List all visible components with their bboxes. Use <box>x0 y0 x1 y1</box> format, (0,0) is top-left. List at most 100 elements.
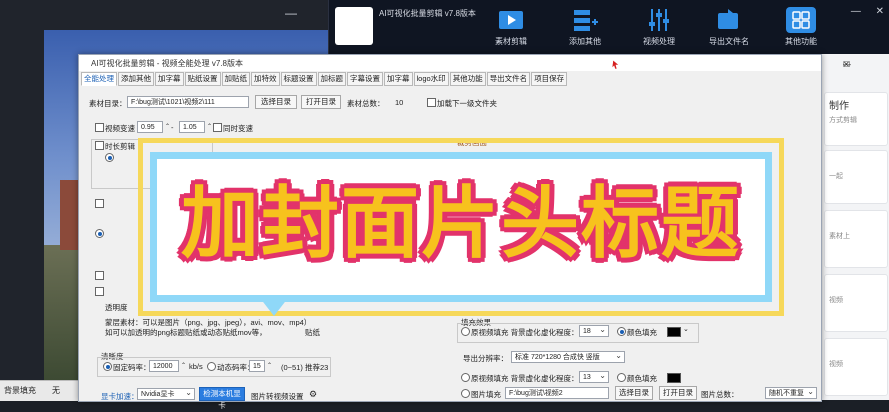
feature-card[interactable]: 视频 <box>824 274 888 332</box>
tab-title-settings[interactable]: 标题设置 <box>280 72 317 86</box>
load-subfolder-checkbox[interactable] <box>427 98 436 107</box>
gpu-label: 显卡加速： <box>101 392 139 401</box>
right-feature-panel: 制作 方式剪辑 一起 素材上 视频 视频 <box>820 54 889 400</box>
blur-select[interactable]: 18 <box>579 324 609 337</box>
open-dir-button[interactable]: 打开目录 <box>301 95 341 109</box>
toolbar-export-filename-button[interactable]: 导出文件名 <box>699 4 759 52</box>
tab-all-process[interactable]: 全能处理 <box>81 72 117 86</box>
dynamic-rate-radio[interactable] <box>207 362 216 371</box>
kbs-label: kb/s <box>189 362 203 371</box>
toolbar-video-process-button[interactable]: 视频处理 <box>629 4 689 52</box>
tab-project-save[interactable]: 项目保存 <box>531 72 568 86</box>
export-icon <box>714 7 744 33</box>
speed-min-input[interactable]: 0.95 <box>137 121 163 133</box>
color-fill-label-2: 颜色填充 <box>627 374 657 383</box>
feature-card[interactable]: 一起 <box>824 150 888 204</box>
fill-orig-radio-2[interactable] <box>461 373 470 382</box>
dialog-tabs: 全能处理 添加其他 加字幕 贴纸设置 加贴纸 加特效 标题设置 加标题 字幕设置 加字幕 logo水… <box>81 72 568 86</box>
window-controls: — ✕ <box>839 6 884 17</box>
feature-card-sub: 方式剪辑 <box>829 117 857 124</box>
open-dir-button-2[interactable]: 打开目录 <box>659 386 697 400</box>
gear-icon[interactable]: ⚙ <box>309 389 317 400</box>
material-count-label: 素材总数： <box>347 99 385 108</box>
image-path-input[interactable]: F:\bug测试\视频2 <box>505 387 609 399</box>
color-fill-swatch[interactable] <box>667 327 681 337</box>
top-toolbar: AI可视化批量剪辑 v7.8版本 素材剪辑 添加其他 视频处理 导出文件名 其他… <box>328 0 889 54</box>
close-icon[interactable]: ✕ <box>876 6 884 17</box>
option-checkbox-2[interactable] <box>95 271 104 280</box>
speed-max-input[interactable]: 1.05 <box>179 121 205 133</box>
background-fill-value[interactable]: 无 <box>52 385 60 396</box>
tab-other-features[interactable]: 其他功能 <box>449 72 486 86</box>
dynamic-rate-stepper-icon[interactable]: ⌃ <box>267 362 272 369</box>
duration-radio[interactable] <box>105 153 114 162</box>
speed-dash: - <box>171 123 174 132</box>
fill-orig-label: 原视频填充 背景虚化 <box>471 328 541 337</box>
grid-icon <box>786 7 816 33</box>
option-radio-1[interactable] <box>95 229 104 238</box>
choose-dir-button[interactable]: 选择目录 <box>255 95 297 109</box>
tab-subtitle-settings[interactable]: 字幕设置 <box>347 72 383 86</box>
option-checkbox-1[interactable] <box>95 199 104 208</box>
fixed-rate-radio[interactable] <box>103 362 112 371</box>
feature-card[interactable]: 素材上 <box>824 210 888 268</box>
sticker-suffix-label: 贴纸 <box>305 328 320 337</box>
toolbar-label: 添加其他 <box>569 37 601 46</box>
tab-sticker-settings[interactable]: 贴纸设置 <box>184 72 221 86</box>
feature-card[interactable]: 视频 <box>824 338 888 396</box>
tab-add-caption[interactable]: 加字幕 <box>155 72 184 86</box>
option-checkbox-3[interactable] <box>95 287 104 296</box>
feature-card[interactable]: 制作 方式剪辑 <box>824 92 888 146</box>
color-fill-swatch-2[interactable] <box>667 373 681 383</box>
fixed-rate-stepper-icon[interactable]: ⌃ <box>181 362 186 369</box>
blur-select-2[interactable]: 13 <box>579 370 609 383</box>
banner-title-text: 加封面片头标题 <box>180 179 741 269</box>
toolbar-other-features-button[interactable]: 其他功能 <box>771 4 831 52</box>
overlay-hint-line2: 如可以加透明的png标题贴纸或动态贴纸mov等， <box>105 328 267 337</box>
duration-label: 时长剪辑 <box>105 142 135 151</box>
export-res-select[interactable]: 标准 720*1280 合成快 竖版 <box>511 350 625 363</box>
opacity-title: 透明度 <box>105 303 128 312</box>
choose-dir-button-2[interactable]: 选择目录 <box>615 386 653 400</box>
image-total-label: 图片总数： <box>701 390 739 399</box>
random-select[interactable]: 随机不重复 <box>765 386 817 399</box>
dynamic-rate-input[interactable]: 15 <box>249 360 265 372</box>
toolbar-add-other-button[interactable]: 添加其他 <box>555 4 615 52</box>
speed-checkbox[interactable] <box>95 123 104 132</box>
sliders-icon <box>644 7 674 33</box>
color-fill-radio-2[interactable] <box>617 373 626 382</box>
toolbar-material-edit-button[interactable]: 素材剪辑 <box>481 4 541 52</box>
material-dir-input[interactable]: F:\bug测试\1021\视频2\111 <box>127 96 249 108</box>
load-subfolder-label: 加载下一级文件夹 <box>437 99 497 108</box>
cover-title-banner: 加封面片头标题 <box>138 138 784 316</box>
video-close-icon[interactable]: — <box>284 6 298 20</box>
color-fill-radio[interactable] <box>617 327 626 336</box>
tab-add-sticker[interactable]: 加贴纸 <box>221 72 250 86</box>
img-to-video-label[interactable]: 图片转视频设置 <box>251 391 304 402</box>
detect-gpu-button[interactable]: 检测本机显卡 <box>199 387 245 410</box>
tab-add-subtitle[interactable]: 加字幕 <box>384 72 413 86</box>
gpu-select[interactable]: Nvidia显卡 <box>137 387 195 400</box>
speed-label: 视频变速 <box>105 124 135 133</box>
tab-add-effect[interactable]: 加特效 <box>251 72 280 86</box>
fixed-rate-label: 固定码率： <box>113 363 151 372</box>
tab-export-filename[interactable]: 导出文件名 <box>486 72 531 86</box>
color-fill-dropdown-icon[interactable]: ⌄ <box>683 325 689 333</box>
minimize-icon[interactable]: — <box>851 6 861 17</box>
tab-logo-watermark[interactable]: logo水印 <box>413 72 449 86</box>
toolbar-label: 视频处理 <box>643 37 675 46</box>
app-logo <box>335 7 373 45</box>
blur-label: 虚化程度： <box>541 328 579 337</box>
image-fill-radio[interactable] <box>461 389 470 398</box>
duration-checkbox[interactable] <box>95 141 104 150</box>
dialog-close-icon[interactable]: ✕ <box>843 60 850 69</box>
speed-max-stepper-icon[interactable]: ⌃ <box>207 123 212 130</box>
fixed-rate-input[interactable]: 12000 <box>149 360 179 372</box>
tab-add-other[interactable]: 添加其他 <box>118 72 154 86</box>
speed-min-stepper-icon[interactable]: ⌃ <box>165 123 170 130</box>
fill-orig-radio[interactable] <box>461 327 470 336</box>
tab-add-title[interactable]: 加标题 <box>317 72 346 86</box>
color-fill-label: 颜色填充 <box>627 328 657 337</box>
sync-speed-checkbox[interactable] <box>213 123 222 132</box>
export-res-label: 导出分辨率： <box>463 354 508 363</box>
